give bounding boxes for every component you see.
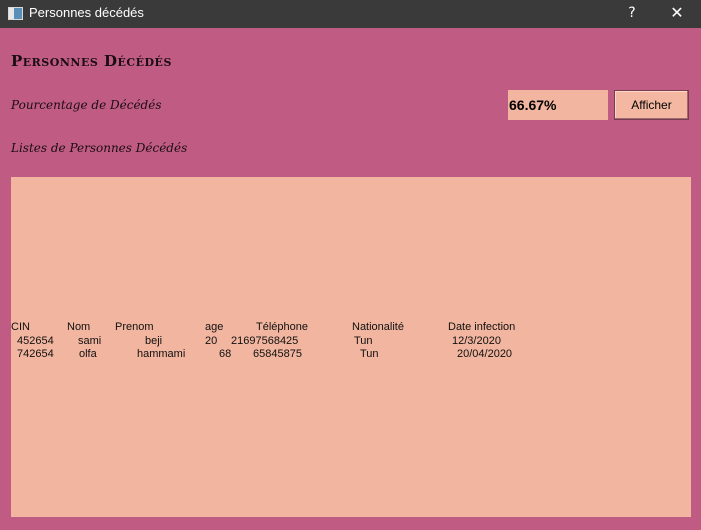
percentage-label: Pourcentage de Décédés [11,98,162,112]
row-2-prenom: hammami [137,348,186,360]
row-1-cin: 452654 [17,335,54,347]
header-telephone: Téléphone [256,321,308,333]
header-date-infection: Date infection [448,321,516,333]
row-2-age: 68 [219,348,232,360]
row-1-nom: sami [78,335,102,347]
row-2-date-infection: 20/04/2020 [457,348,513,360]
header-nationalite: Nationalité [352,321,404,333]
row-1-telephone: 21697568425 [231,335,299,347]
header-prenom: Prenom [115,321,154,333]
deceased-list[interactable]: CIN Nom Prenom age Téléphone Nationalité… [11,177,691,517]
row-1-age: 20 [205,335,218,347]
help-button[interactable]: ? [610,0,654,28]
header-age: age [205,321,224,333]
row-1-nationalite: Tun [354,335,373,347]
close-button[interactable]: ✕ [655,0,699,28]
afficher-button[interactable]: Afficher [614,90,689,120]
percentage-value-field: 66.67% [508,90,608,120]
row-2-cin: 742654 [17,348,54,360]
title-bar[interactable]: Personnes décédés ? ✕ [0,0,701,28]
list-label: Listes de Personnes Décédés [11,141,188,155]
row-2-nationalite: Tun [360,348,379,360]
row-2-telephone: 65845875 [253,348,302,360]
dialog-window: Personnes décédés ? ✕ Personnes Décédés … [0,0,701,530]
header-cin: CIN [11,321,30,333]
window-title: Personnes décédés [29,5,144,20]
header-nom: Nom [67,321,91,333]
app-icon [8,7,23,20]
row-1-prenom: beji [145,335,163,347]
row-2-nom: olfa [79,348,97,360]
row-1-date-infection: 12/3/2020 [452,335,501,347]
page-title: Personnes Décédés [11,52,172,70]
